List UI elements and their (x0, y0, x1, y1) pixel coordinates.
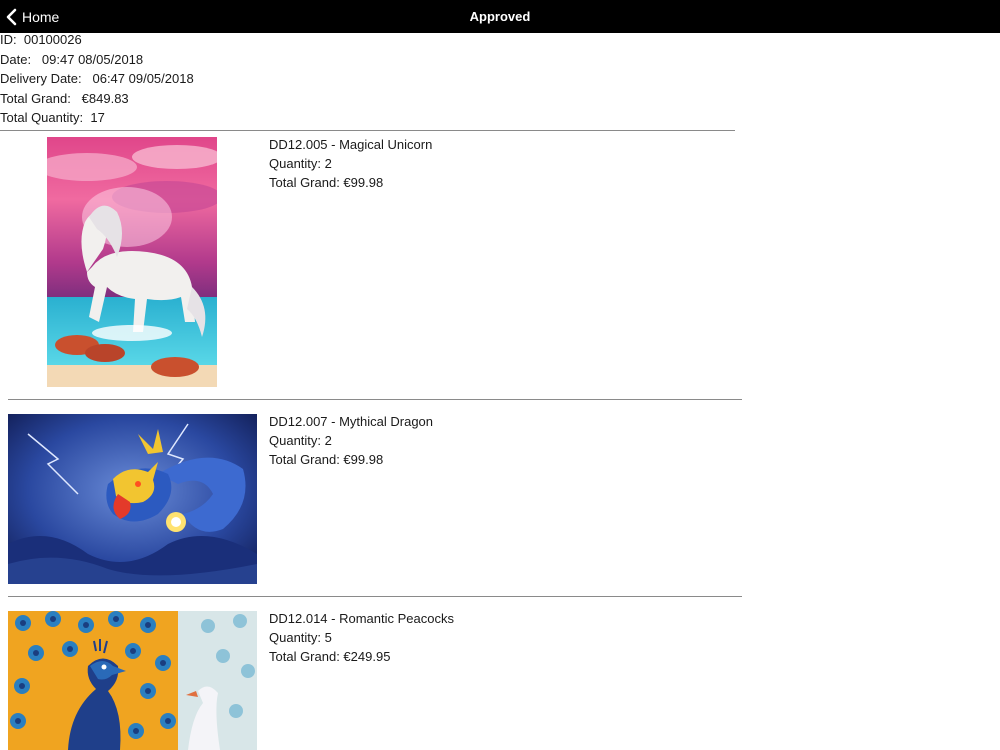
total-quantity-label: Total Quantity: (0, 110, 84, 125)
product-quantity: Quantity: 2 (269, 433, 332, 448)
product-total: Total Grand: €99.98 (269, 175, 384, 190)
total-grand-label: Total Grand: (0, 90, 71, 106)
product-image-dragon[interactable] (8, 414, 257, 584)
delivery-date-label: Delivery Date: (0, 71, 82, 86)
order-date-row: Date: 09:47 08/05/2018 (0, 50, 194, 70)
product-title: DD12.007 - Mythical Dragon (269, 414, 434, 429)
total-quantity-row: Total Quantity: 17 (0, 108, 194, 128)
order-summary: ID: 00100026 Date: 09:47 08/05/2018 Deli… (0, 30, 194, 128)
product-total: Total Grand: €249.95 (269, 649, 391, 664)
total-grand-value: €849.83 (81, 90, 129, 106)
order-id-value: 00100026 (23, 32, 82, 47)
product-image-peacocks[interactable] (8, 611, 257, 750)
total-quantity-value: 17 (90, 110, 105, 125)
product-image-unicorn[interactable] (47, 137, 217, 387)
delivery-date-value: 06:47 09/05/2018 (92, 71, 194, 86)
divider (8, 596, 742, 597)
order-id-label: ID: (0, 32, 17, 47)
page-title: Approved (469, 9, 531, 24)
order-id-row: ID: 00100026 (0, 30, 194, 50)
total-grand-row: Total Grand: €849.83 (0, 89, 194, 109)
product-title: DD12.005 - Magical Unicorn (269, 137, 433, 152)
divider (0, 130, 735, 131)
product-title: DD12.014 - Romantic Peacocks (269, 611, 454, 626)
product-info-unicorn: DD12.005 - Magical Unicorn Quantity: 2 T… (269, 135, 432, 192)
product-total: Total Grand: €99.98 (269, 452, 384, 467)
product-info-dragon: DD12.007 - Mythical Dragon Quantity: 2 T… (269, 412, 433, 469)
navigation-bar: Home Approved (0, 0, 1000, 33)
order-date-label: Date: (0, 51, 32, 67)
product-quantity: Quantity: 2 (269, 156, 332, 171)
order-date-value: 09:47 08/05/2018 (41, 51, 144, 67)
divider (8, 399, 742, 400)
product-info-peacocks: DD12.014 - Romantic Peacocks Quantity: 5… (269, 609, 454, 666)
delivery-date-row: Delivery Date: 06:47 09/05/2018 (0, 69, 194, 89)
product-quantity: Quantity: 5 (269, 630, 332, 645)
